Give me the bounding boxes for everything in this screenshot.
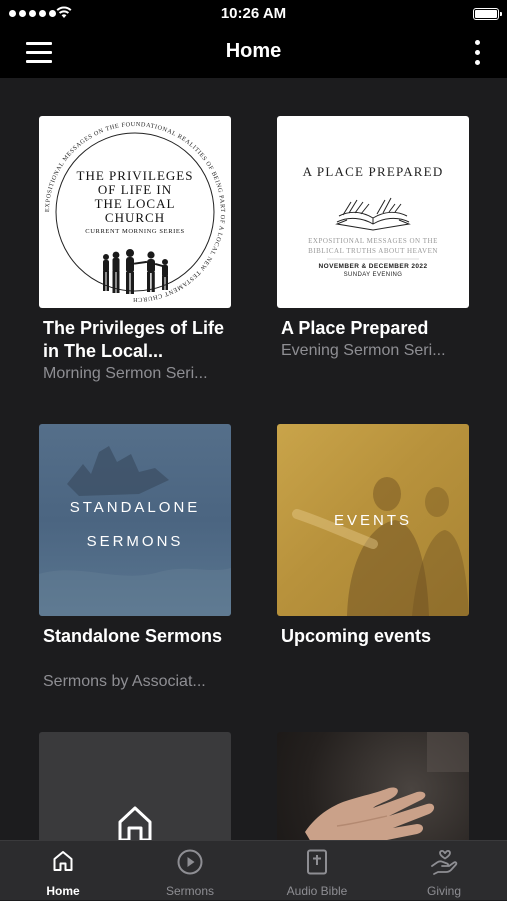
artwork-date: NOVEMBER & DECEMBER 2022 — [319, 263, 428, 270]
artwork-label: EVENTS — [334, 512, 412, 529]
artwork-title-line1: THE PRIVILEGES — [77, 168, 194, 183]
status-bar: 10:26 AM — [0, 0, 507, 28]
tab-audio-bible[interactable]: Audio Bible — [254, 841, 380, 901]
tab-label: Audio Bible — [286, 884, 348, 898]
series-title: Upcoming events — [281, 626, 432, 646]
artwork-line1: EXPOSITIONAL MESSAGES ON THE — [308, 237, 438, 245]
series-subtitle: Evening Sermon Seri... — [281, 342, 446, 359]
bible-icon — [307, 849, 327, 875]
series-artwork-hands — [277, 732, 469, 840]
battery-icon — [473, 8, 502, 20]
series-card-home[interactable] — [39, 732, 231, 840]
series-grid[interactable]: EXPOSITIONAL MESSAGES ON THE FOUNDATIONA… — [0, 78, 507, 840]
nav-bar: Home — [0, 28, 507, 78]
series-title: A Place Prepared — [281, 318, 429, 338]
tab-sermons[interactable]: Sermons — [127, 841, 253, 901]
play-circle-icon — [177, 849, 203, 875]
tab-label: Giving — [426, 884, 461, 898]
series-artwork-place-prepared: A PLACE PREPARED EXPOSITIONAL MESSAGES O… — [277, 116, 469, 308]
artwork-title-line2: OF LIFE IN — [98, 182, 172, 197]
series-title: The Privileges of Life in The Local... — [43, 318, 225, 361]
artwork-line2: SERMONS — [87, 533, 184, 550]
artwork-heading: A PLACE PREPARED — [303, 164, 444, 179]
open-book-icon — [335, 197, 411, 231]
tab-label: Sermons — [165, 884, 215, 898]
more-options-icon[interactable] — [473, 40, 481, 68]
series-card-place-prepared[interactable]: A PLACE PREPARED EXPOSITIONAL MESSAGES O… — [277, 116, 469, 386]
series-card-hands[interactable] — [277, 732, 469, 840]
home-outline-icon — [118, 806, 152, 840]
tab-label: Home — [46, 884, 80, 898]
artwork-time: SUNDAY EVENING — [344, 272, 403, 278]
giving-hand-icon — [431, 850, 458, 875]
series-title: Standalone Sermons — [43, 626, 223, 646]
tab-home[interactable]: Home — [0, 841, 126, 901]
series-artwork-home — [39, 732, 231, 840]
series-artwork-privileges: EXPOSITIONAL MESSAGES ON THE FOUNDATIONA… — [39, 116, 231, 308]
series-card-events[interactable]: EVENTS Upcoming events — [277, 424, 469, 694]
tab-bar: Home Sermons Audio Bible Giving — [0, 840, 507, 900]
series-subtitle: Sermons by Associat... — [43, 673, 206, 690]
artwork-line2: BIBLICAL TRUTHS ABOUT HEAVEN — [308, 247, 438, 255]
page-title: Home — [225, 40, 282, 62]
series-card-privileges[interactable]: EXPOSITIONAL MESSAGES ON THE FOUNDATIONA… — [39, 116, 231, 386]
series-card-standalone[interactable]: STANDALONE SERMONS Standalone Sermons Se… — [39, 424, 231, 694]
tab-giving[interactable]: Giving — [381, 841, 507, 901]
status-time: 10:26 AM — [220, 5, 287, 22]
artwork-tag: CURRENT MORNING SERIES — [85, 228, 184, 235]
series-artwork-standalone: STANDALONE SERMONS — [39, 424, 231, 616]
home-icon — [53, 851, 73, 871]
artwork-line1: STANDALONE — [70, 499, 201, 516]
artwork-title-line3: THE LOCAL — [95, 196, 176, 211]
series-artwork-events: EVENTS — [277, 424, 469, 616]
series-subtitle: Morning Sermon Seri... — [43, 365, 208, 382]
artwork-title-line4: CHURCH — [105, 210, 165, 225]
